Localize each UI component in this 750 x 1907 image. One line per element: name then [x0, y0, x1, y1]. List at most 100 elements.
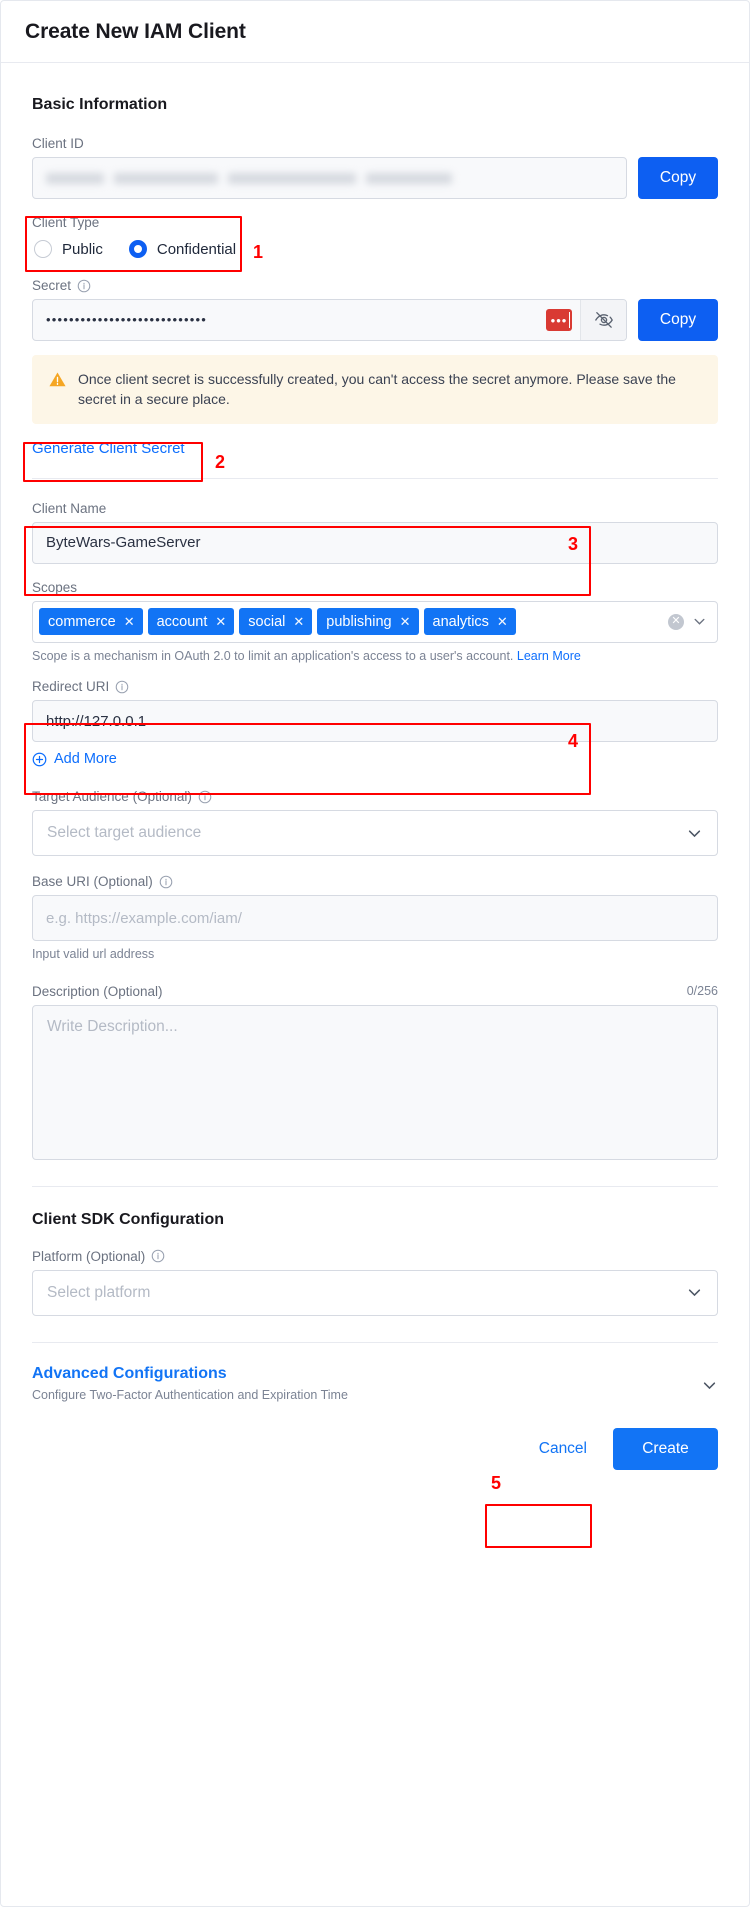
divider-advanced [32, 1341, 718, 1343]
modal-footer: Cancel Create [1, 1402, 749, 1492]
generate-client-secret-link[interactable]: Generate Client Secret [32, 440, 185, 457]
client-type-field: Client Type Public Confidential [32, 215, 718, 260]
description-label: Description (Optional) [32, 983, 163, 999]
secret-label: Secret [32, 278, 72, 293]
radio-label-public: Public [62, 240, 103, 258]
target-audience-label-row: Target Audience (Optional) [32, 789, 718, 804]
target-audience-label: Target Audience (Optional) [32, 789, 192, 805]
scopes-learn-more-link[interactable]: Learn More [517, 649, 581, 663]
secret-input[interactable]: •••••••••••••••••••••••••••• [33, 300, 546, 340]
info-icon[interactable] [151, 1249, 165, 1263]
scopes-help-sentence: Scope is a mechanism in OAuth 2.0 to lim… [32, 648, 514, 663]
secret-input-group[interactable]: •••••••••••••••••••••••••••• ••• [32, 299, 627, 341]
annotation-box-5 [485, 1504, 592, 1548]
info-icon[interactable] [77, 279, 91, 293]
info-icon[interactable] [159, 875, 173, 889]
target-audience-field: Target Audience (Optional) Select target… [32, 789, 718, 857]
redirect-uri-label: Redirect URI [32, 679, 110, 695]
cancel-button[interactable]: Cancel [533, 1432, 593, 1466]
description-character-counter: 0/256 [686, 984, 718, 999]
radio-option-confidential[interactable]: Confidential [128, 240, 236, 258]
platform-field: Platform (Optional) Select platform [32, 1249, 718, 1316]
secret-typing-badge: ••• [546, 309, 572, 331]
scopes-actions: ✕ [668, 613, 711, 630]
client-id-input[interactable] [32, 157, 627, 199]
scope-tag[interactable]: publishing ✕ [317, 608, 419, 636]
section-title-basic-information: Basic Information [32, 96, 168, 113]
advanced-configurations-section: Advanced Configurations Configure Two-Fa… [32, 1365, 718, 1402]
plus-circle-icon [32, 752, 47, 766]
secret-label-row: Secret [32, 278, 718, 293]
scope-tag[interactable]: social ✕ [239, 608, 313, 636]
page-title: Create New IAM Client [25, 19, 246, 43]
scope-tag-label: publishing [326, 613, 392, 630]
base-uri-label: Base URI (Optional) [32, 874, 153, 890]
secret-warning-text: Once client secret is successfully creat… [78, 371, 676, 408]
scopes-label: Scopes [32, 579, 78, 595]
divider-basic [32, 477, 718, 479]
redirect-uri-label-row: Redirect URI [32, 679, 718, 694]
add-more-label: Add More [54, 751, 117, 768]
description-textarea[interactable]: Write Description... [32, 1004, 718, 1160]
client-type-label: Client Type [32, 215, 100, 230]
redirect-uri-input[interactable]: http://127.0.0.1 [32, 700, 718, 743]
target-audience-placeholder: Select target audience [47, 824, 202, 842]
base-uri-help-text: Input valid url address [32, 947, 155, 962]
description-label-row: Description (Optional) 0/256 [32, 984, 718, 999]
info-icon[interactable] [198, 790, 212, 804]
client-name-input[interactable]: ByteWars-GameServer [32, 521, 718, 564]
chevron-down-icon[interactable] [692, 614, 707, 629]
platform-label-row: Platform (Optional) [32, 1249, 718, 1264]
chevron-down-icon [686, 825, 703, 842]
remove-scope-icon[interactable]: ✕ [215, 615, 226, 628]
create-button[interactable]: Create [613, 1427, 718, 1470]
base-uri-field: Base URI (Optional) e.g. https://example… [32, 874, 718, 964]
scope-tag[interactable]: account ✕ [147, 608, 235, 636]
client-id-row: Copy [32, 157, 718, 199]
base-uri-label-row: Base URI (Optional) [32, 874, 718, 889]
platform-select[interactable]: Select platform [32, 1269, 718, 1316]
client-name-label: Client Name [32, 500, 107, 516]
client-type-radio-group: Public Confidential [32, 236, 718, 260]
clear-scopes-icon[interactable]: ✕ [668, 613, 684, 630]
client-id-label: Client ID [32, 136, 84, 151]
generate-secret-row: Generate Client Secret [32, 430, 718, 460]
add-more-redirect-uri-button[interactable]: Add More [32, 751, 718, 767]
scope-tag[interactable]: analytics ✕ [423, 608, 516, 636]
create-iam-client-modal: Create New IAM Client Basic Information … [0, 0, 750, 1907]
advanced-configurations-text: Advanced Configurations Configure Two-Fa… [32, 1365, 348, 1402]
modal-body: Basic Information Client ID Copy Client … [1, 63, 749, 1402]
toggle-secret-visibility-icon[interactable] [580, 300, 626, 340]
base-uri-input[interactable]: e.g. https://example.com/iam/ [32, 895, 718, 942]
scope-tag-label: social [248, 613, 286, 630]
advanced-configurations-chevron-down-icon[interactable] [701, 1365, 718, 1394]
radio-icon-confidential [128, 240, 147, 258]
remove-scope-icon[interactable]: ✕ [400, 615, 411, 628]
remove-scope-icon[interactable]: ✕ [497, 615, 508, 628]
remove-scope-icon[interactable]: ✕ [293, 615, 304, 628]
warning-triangle-icon [48, 370, 67, 389]
advanced-configurations-title[interactable]: Advanced Configurations [32, 1365, 348, 1383]
copy-secret-button[interactable]: Copy [638, 299, 718, 341]
remove-scope-icon[interactable]: ✕ [124, 615, 135, 628]
scope-tag-label: commerce [48, 613, 116, 630]
scope-tag[interactable]: commerce ✕ [39, 608, 143, 636]
radio-option-public[interactable]: Public [34, 240, 103, 258]
secret-field: Secret •••••••••••••••••••••••••••• ••• [32, 278, 718, 341]
client-name-field: Client Name ByteWars-GameServer [32, 501, 718, 564]
redirect-uri-field: Redirect URI http://127.0.0.1 [32, 679, 718, 743]
target-audience-select[interactable]: Select target audience [32, 810, 718, 857]
secret-warning-banner: Once client secret is successfully creat… [32, 355, 718, 424]
info-icon[interactable] [115, 680, 129, 694]
chevron-down-icon [686, 1284, 703, 1301]
scopes-field: Scopes commerce ✕ account ✕ social ✕ publis… [32, 580, 718, 666]
platform-label: Platform (Optional) [32, 1248, 146, 1264]
client-id-masked-value [46, 172, 452, 184]
copy-client-id-button[interactable]: Copy [638, 157, 718, 199]
platform-placeholder: Select platform [47, 1283, 151, 1301]
divider-sdk [32, 1185, 718, 1187]
scopes-multiselect[interactable]: commerce ✕ account ✕ social ✕ publishing ✕ a… [32, 600, 718, 643]
section-title-client-sdk-configuration: Client SDK Configuration [32, 1210, 224, 1228]
advanced-configurations-subtitle: Configure Two-Factor Authentication and … [32, 1387, 348, 1402]
radio-icon-public [34, 240, 52, 258]
